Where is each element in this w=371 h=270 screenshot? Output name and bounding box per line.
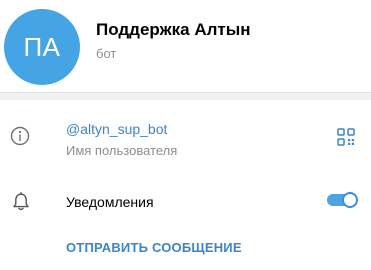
- qr-code-icon[interactable]: [336, 127, 356, 147]
- info-icon: [10, 126, 30, 146]
- section-divider: [0, 92, 371, 100]
- avatar-initials: ПА: [23, 31, 61, 62]
- username-caption: Имя пользователя: [66, 143, 178, 158]
- notifications-toggle[interactable]: [327, 192, 358, 208]
- username-value[interactable]: @altyn_sup_bot: [66, 121, 167, 137]
- send-message-button[interactable]: ОТПРАВИТЬ СООБЩЕНИЕ: [66, 240, 242, 255]
- avatar[interactable]: ПА: [4, 9, 80, 85]
- toggle-knob: [342, 192, 358, 208]
- notifications-label: Уведомления: [66, 194, 154, 210]
- bell-icon: [13, 192, 29, 211]
- profile-header: ПА Поддержка Алтын бот: [0, 0, 371, 92]
- profile-status: бот: [96, 46, 117, 61]
- profile-name: Поддержка Алтын: [96, 20, 251, 39]
